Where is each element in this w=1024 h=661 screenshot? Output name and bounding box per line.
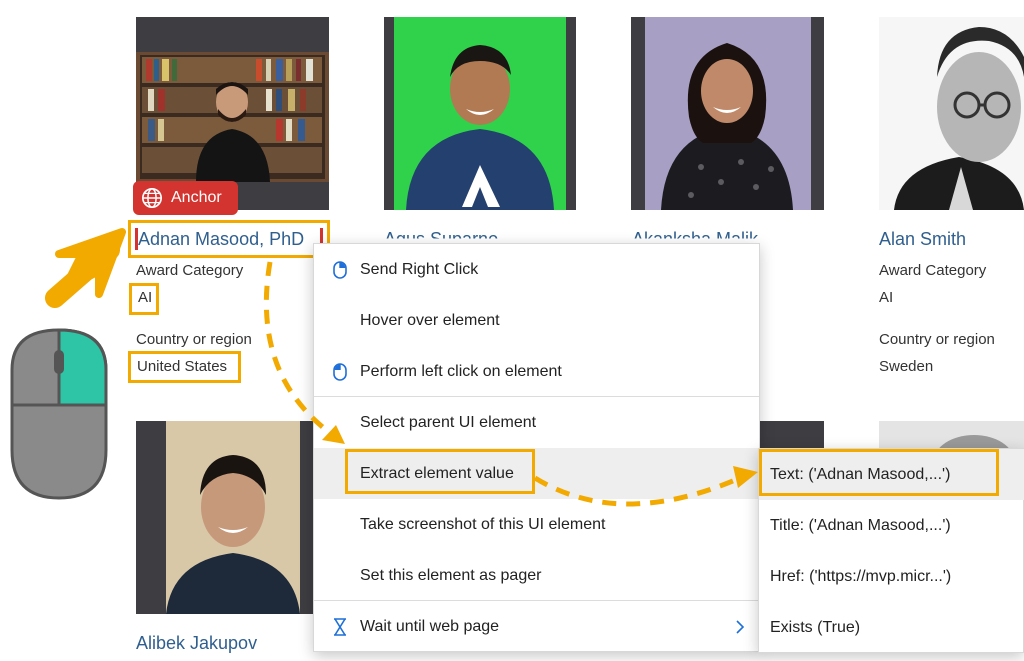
caret-marker-left [135,228,138,250]
profile-photo-agus[interactable] [384,17,576,210]
menu-item-screenshot[interactable]: Take screenshot of this UI element [314,499,759,550]
pointer-arrow [45,228,126,308]
menu-item-wait[interactable]: Wait until web page [314,601,759,652]
menu-item-label: Send Right Click [360,260,479,278]
menu-item-label: Take screenshot of this UI element [360,515,606,533]
submenu-item-title[interactable]: Title: ('Adnan Masood,...') [759,500,1024,551]
profile-name-alan[interactable]: Alan Smith [879,229,966,250]
menu-item-label: Wait until web page [360,617,500,635]
award-category-label: Award Category [879,262,987,279]
profile-name-alibek[interactable]: Alibek Jakupov [136,633,257,654]
submenu-item-label: Exists (True) [770,618,861,636]
mouse-right-icon [333,260,347,279]
profile-photo-alan[interactable] [879,17,1024,210]
highlight-text-submenu-item [759,449,999,496]
submenu-item-label: Href: ('https://mvp.micr...') [770,567,952,585]
award-category-value: AI [879,289,894,306]
profile-photo-alibek[interactable] [136,421,330,614]
anchor-badge: Anchor [133,181,238,215]
menu-item-hover[interactable]: Hover over element [314,295,759,346]
context-menu: Send Right Click Hover over element Perf… [313,243,760,652]
mouse-icon [10,328,108,500]
menu-item-label: Select parent UI element [360,413,537,431]
submenu-item-href[interactable]: Href: ('https://mvp.micr...') [759,551,1024,602]
profile-photo-akanksha[interactable] [631,17,824,210]
profile-photo-partial[interactable] [758,421,824,449]
anchor-badge-label: Anchor [171,189,222,206]
mouse-left-icon [333,362,347,381]
menu-item-set-pager[interactable]: Set this element as pager [314,550,759,601]
globe-icon [142,188,162,208]
highlight-award-value [129,283,159,315]
submenu-item-exists[interactable]: Exists (True) [759,602,1024,653]
highlight-extract-item [345,449,535,494]
menu-item-send-right-click[interactable]: Send Right Click [314,244,759,295]
chevron-right-icon [736,619,745,634]
country-label: Country or region [879,331,995,348]
menu-item-left-click[interactable]: Perform left click on element [314,346,759,397]
menu-item-select-parent[interactable]: Select parent UI element [314,397,759,448]
country-value: Sweden [879,358,934,375]
highlight-name [128,220,330,258]
submenu-item-label: Title: ('Adnan Masood,...') [770,516,951,534]
menu-item-label: Set this element as pager [360,566,542,584]
profile-photo-partial-right[interactable] [879,421,1024,449]
hourglass-icon [334,617,346,636]
menu-item-label: Hover over element [360,311,500,329]
chevron-right-icon [736,466,745,481]
highlight-country-value [128,351,241,383]
country-label: Country or region [136,331,252,348]
award-category-label: Award Category [136,262,244,279]
menu-item-label: Perform left click on element [360,362,562,380]
